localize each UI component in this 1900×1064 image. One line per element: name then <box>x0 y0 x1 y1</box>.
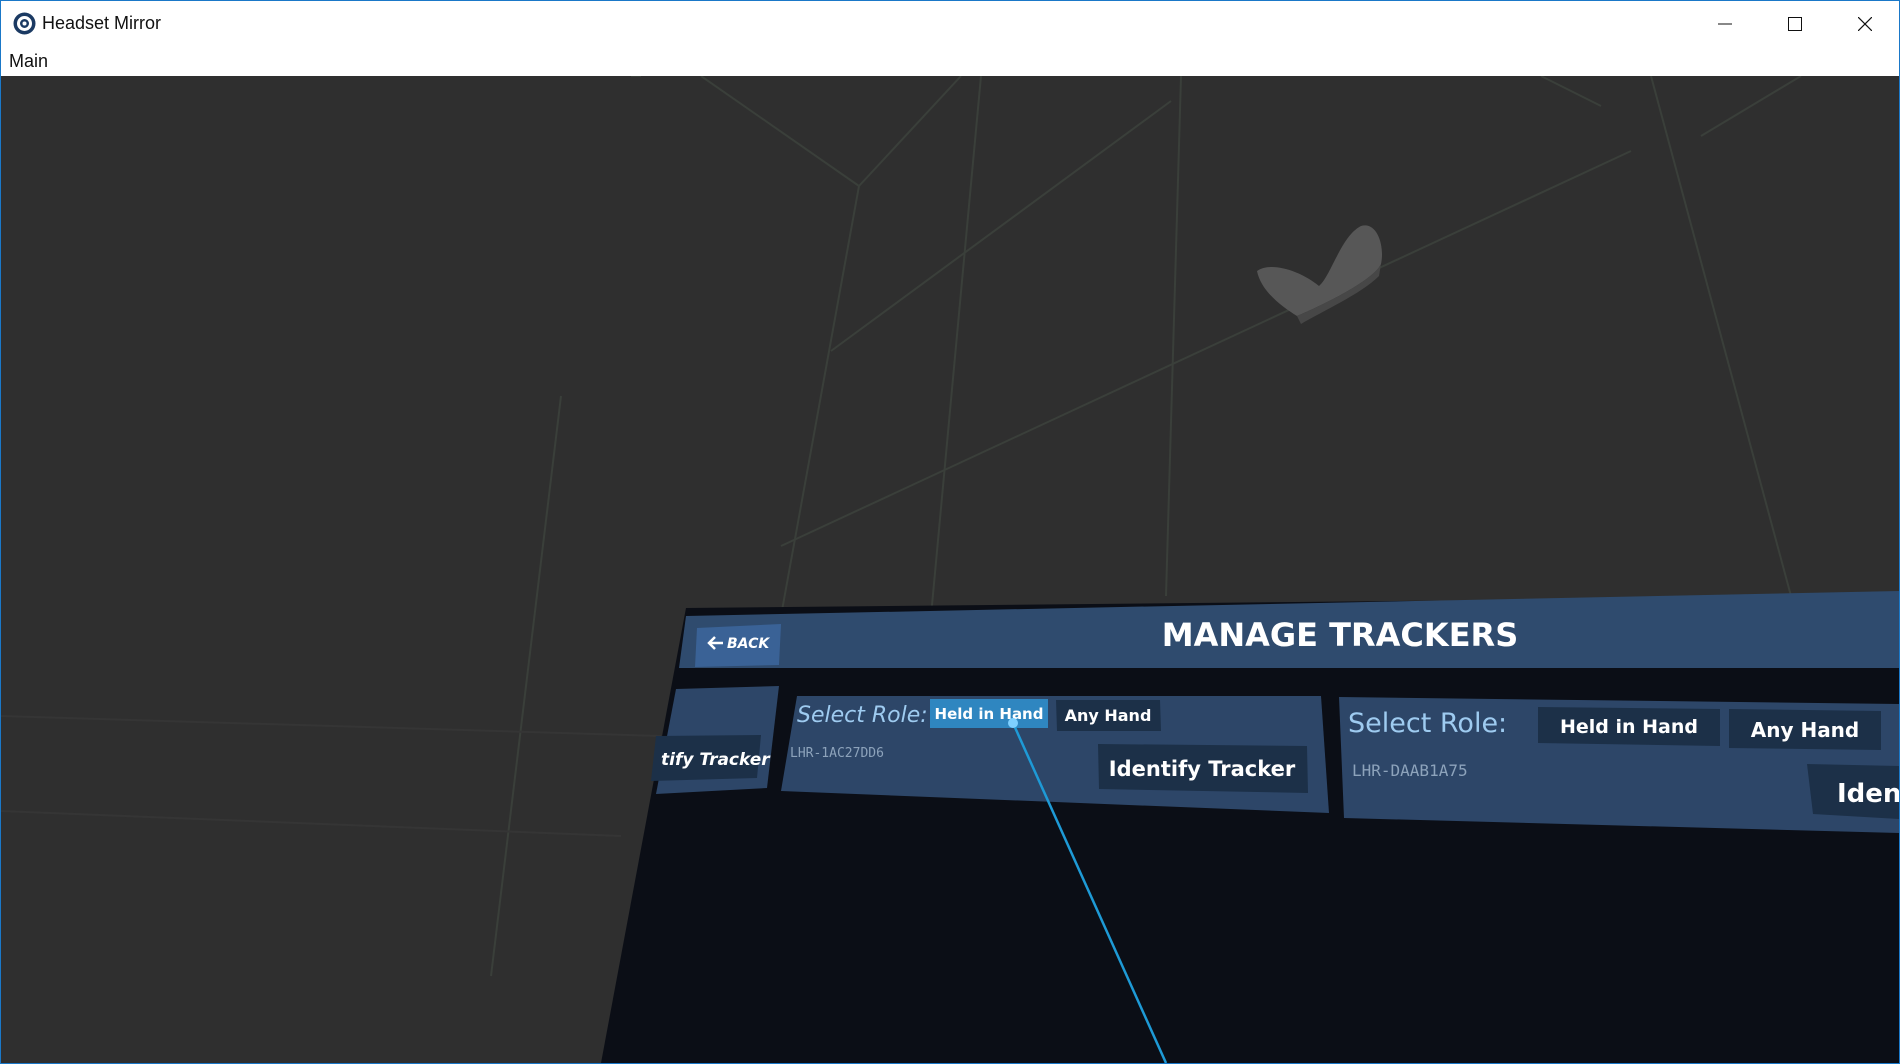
role-held-in-hand-button-3[interactable]: Held in Hand <box>1538 707 1720 746</box>
minimize-button[interactable] <box>1690 1 1760 46</box>
close-icon <box>1858 16 1872 31</box>
role-held-in-hand-button-2[interactable]: Held in Hand <box>930 699 1048 728</box>
role-held-in-hand-label-3: Held in Hand <box>1560 716 1698 738</box>
menu-bar: Main <box>1 46 1899 76</box>
vr-mirror-viewport[interactable]: BACK MANAGE TRACKERS tify Tracker Select… <box>1 76 1899 1063</box>
role-any-hand-button-2[interactable]: Any Hand <box>1056 700 1161 731</box>
vr-scene: BACK MANAGE TRACKERS tify Tracker Select… <box>1 76 1899 1063</box>
title-bar[interactable]: Headset Mirror <box>1 1 1899 46</box>
maximize-icon <box>1788 16 1802 31</box>
steamvr-app-icon <box>13 12 36 35</box>
minimize-icon <box>1718 23 1732 24</box>
maximize-button[interactable] <box>1760 1 1830 46</box>
page-title: MANAGE TRACKERS <box>1162 616 1518 654</box>
controller-model <box>1257 225 1383 324</box>
identify-tracker-button-3[interactable]: Iden <box>1807 764 1899 819</box>
headset-mirror-window: Headset Mirror Main BACK MANAGE TRACKERS… <box>0 0 1900 1064</box>
close-button[interactable] <box>1830 1 1899 46</box>
identify-tracker-label-1: tify Tracker <box>661 750 771 770</box>
tracker-card-3: Select Role: Held in Hand Any Hand LHR-D… <box>1339 697 1899 833</box>
window-title: Headset Mirror <box>42 13 162 33</box>
identify-tracker-button-1[interactable]: tify Tracker <box>651 735 771 781</box>
ground-shadow <box>1 715 662 837</box>
back-button[interactable]: BACK <box>695 624 781 667</box>
back-label: BACK <box>727 636 770 652</box>
role-any-hand-label-2: Any Hand <box>1065 706 1152 725</box>
identify-tracker-button-2[interactable]: Identify Tracker <box>1098 744 1308 793</box>
pointer-cursor-dot <box>1008 718 1018 728</box>
select-role-label-2: Select Role: <box>797 703 928 728</box>
tracker-serial-3: LHR-DAAB1A75 <box>1352 761 1468 780</box>
role-any-hand-button-3[interactable]: Any Hand <box>1729 709 1881 750</box>
select-role-label-3: Select Role: <box>1348 708 1507 739</box>
role-any-hand-label-3: Any Hand <box>1751 718 1860 742</box>
tracker-serial-2: LHR-1AC27DD6 <box>790 746 884 761</box>
identify-tracker-label-2: Identify Tracker <box>1109 757 1296 781</box>
menu-item-main[interactable]: Main <box>9 51 48 72</box>
role-held-in-hand-label-2: Held in Hand <box>935 705 1044 723</box>
identify-tracker-label-3: Iden <box>1837 779 1899 809</box>
